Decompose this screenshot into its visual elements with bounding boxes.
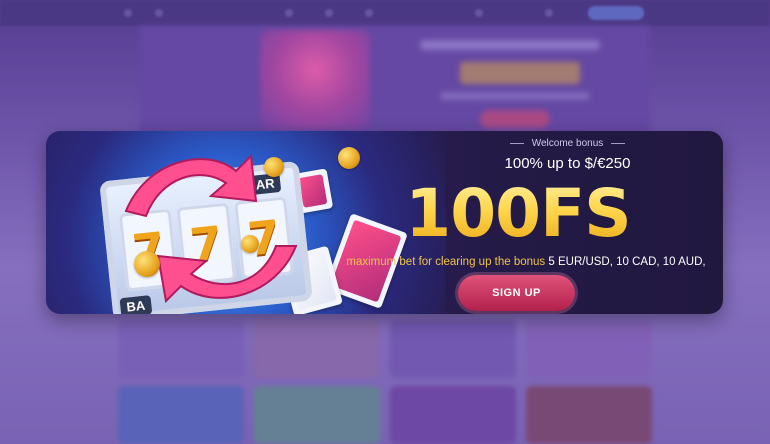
welcome-bonus-eyebrow: Welcome bonus (466, 138, 669, 149)
refresh-arrow-icon (156, 245, 298, 304)
coin-icon (264, 157, 284, 177)
coin-icon (134, 251, 160, 277)
bonus-terms: maximum bet for clearing up the bonus 5 … (336, 256, 716, 268)
refresh-arrow-icon (124, 153, 258, 218)
eyebrow-label: Welcome bonus (531, 138, 604, 149)
coin-icon (241, 235, 259, 253)
sign-up-button[interactable]: SIGN UP (458, 275, 575, 311)
terms-values: 5 EUR/USD, 10 CAD, 10 AUD, (548, 256, 706, 268)
bonus-headline: 100FS (378, 175, 658, 252)
divider (509, 142, 524, 144)
divider (611, 142, 626, 144)
bonus-subtitle: 100% up to $/€250 (504, 155, 631, 172)
coin-icon (338, 147, 360, 169)
terms-highlight: maximum bet for clearing up the bonus (346, 256, 546, 268)
welcome-bonus-banner: BAR 7 7 7 BA Welcome bonus 100% up to $/… (46, 131, 723, 314)
